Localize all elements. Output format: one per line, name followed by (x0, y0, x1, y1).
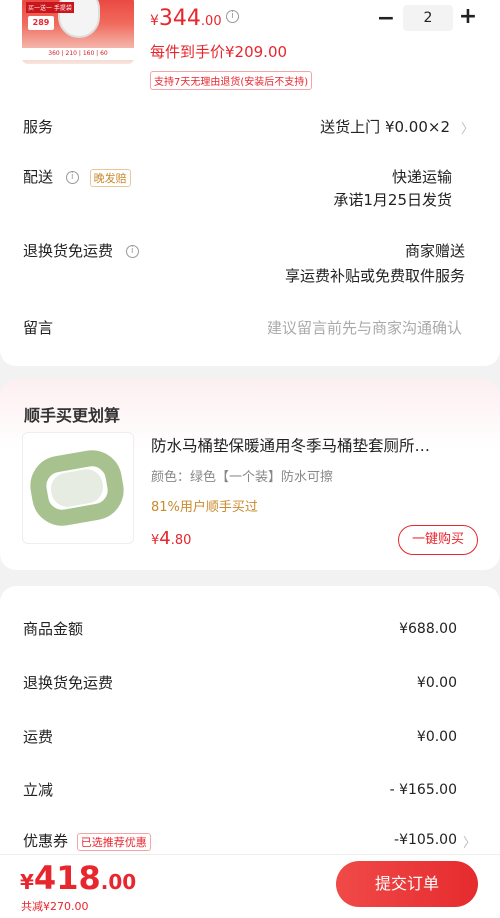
total-decimal: .00 (100, 870, 137, 894)
addon-price: ¥4.80 (151, 528, 191, 549)
coupon-label[interactable]: 优惠券 已选推荐优惠 (23, 830, 151, 851)
delivery-promise: 承诺1月25日发货 (333, 191, 452, 209)
price-integer: 344 (158, 6, 201, 31)
thumbnail-price-badge: 289 (28, 16, 54, 30)
shipping-value: ¥0.00 (416, 729, 457, 745)
coupon-value[interactable]: -¥105.00 (394, 832, 457, 848)
addon-product-title[interactable]: 防水马桶垫保暖通用冬季马桶垫套厕所… (151, 434, 430, 456)
product-thumbnail[interactable]: 买一送一 手提袋 289 360 | 210 | 160 | 60 (22, 0, 134, 64)
submit-order-button[interactable]: 提交订单 (336, 861, 478, 907)
discount-value: - ¥165.00 (389, 782, 457, 798)
thumbnail-tag: 买一送一 手提袋 (26, 2, 74, 13)
shipping-label: 运费 (23, 728, 54, 746)
per-item-price: 每件到手价¥209.00 (150, 43, 288, 61)
addon-recommendation-card: 顺手买更划算 防水马桶垫保暖通用冬季马桶垫套厕所… 颜色：绿色【一个装】防水可擦… (0, 380, 500, 570)
price-currency: ¥ (150, 13, 159, 29)
addon-product-image[interactable] (22, 432, 134, 544)
order-details-card: 买一送一 手提袋 289 360 | 210 | 160 | 60 ¥344.0… (0, 0, 500, 366)
free-return-fee-value: ¥0.00 (416, 675, 457, 691)
chevron-right-icon[interactable]: 〉 (463, 832, 476, 851)
info-icon[interactable]: i (65, 171, 79, 184)
free-return-fee-label: 退换货免运费 (23, 674, 114, 692)
discount-label: 立减 (23, 781, 54, 799)
quantity-input[interactable]: 2 (403, 5, 453, 31)
addon-price-integer: 4 (159, 528, 171, 549)
info-icon[interactable]: i (226, 10, 239, 23)
service-label: 服务 (23, 118, 54, 136)
chevron-right-icon[interactable]: 〉 (461, 118, 474, 137)
free-return-label-text: 退换货免运费 (23, 242, 114, 260)
addon-buyer-rate: 81%用户顺手买过 (151, 500, 258, 515)
total-price: ¥418.00 (20, 859, 136, 897)
addon-price-decimal: .80 (170, 533, 192, 548)
goods-amount-value: ¥688.00 (399, 621, 457, 637)
total-integer: 418 (33, 859, 101, 897)
section-title: 顺手买更划算 (24, 406, 121, 425)
return-policy-tag: 支持7天无理由退货(安装后不支持) (150, 71, 313, 90)
decrease-quantity-button[interactable]: − (376, 6, 396, 31)
message-label: 留言 (23, 319, 54, 337)
late-compensation-tag: 晚发赔 (89, 168, 131, 187)
delivery-label-text: 配送 (23, 168, 54, 186)
price-decimal: .00 (200, 14, 222, 29)
checkout-bar: ¥418.00 共减¥270.00 提交订单 (0, 854, 500, 918)
coupon-recommended-tag: 已选推荐优惠 (76, 832, 151, 851)
thumbnail-spec-strip: 360 | 210 | 160 | 60 (22, 48, 134, 60)
total-currency: ¥ (20, 870, 34, 894)
message-input[interactable]: 建议留言前先与商家沟通确认 (267, 317, 462, 338)
info-icon[interactable]: i (125, 245, 139, 258)
total-saved: 共减¥270.00 (21, 900, 89, 913)
service-value[interactable]: 送货上门 ¥0.00×2 (320, 116, 450, 137)
free-return-value: 商家赠送 (404, 242, 465, 260)
free-return-label: 退换货免运费 i (23, 240, 139, 261)
coupon-label-text: 优惠券 (23, 832, 69, 850)
increase-quantity-button[interactable]: + (458, 4, 478, 29)
goods-amount-label: 商品金额 (23, 620, 84, 638)
price-summary-card: 商品金额 ¥688.00 退换货免运费 ¥0.00 运费 ¥0.00 立减 - … (0, 586, 500, 856)
addon-product-spec: 颜色：绿色【一个装】防水可擦 (151, 470, 334, 485)
delivery-label: 配送 i 晚发赔 (23, 166, 131, 187)
delivery-method: 快递运输 (391, 168, 452, 186)
free-return-description: 享运费补贴或免费取件服务 (284, 267, 465, 285)
product-price: ¥344.00 (150, 6, 222, 31)
one-click-buy-button[interactable]: 一键购买 (398, 525, 478, 555)
